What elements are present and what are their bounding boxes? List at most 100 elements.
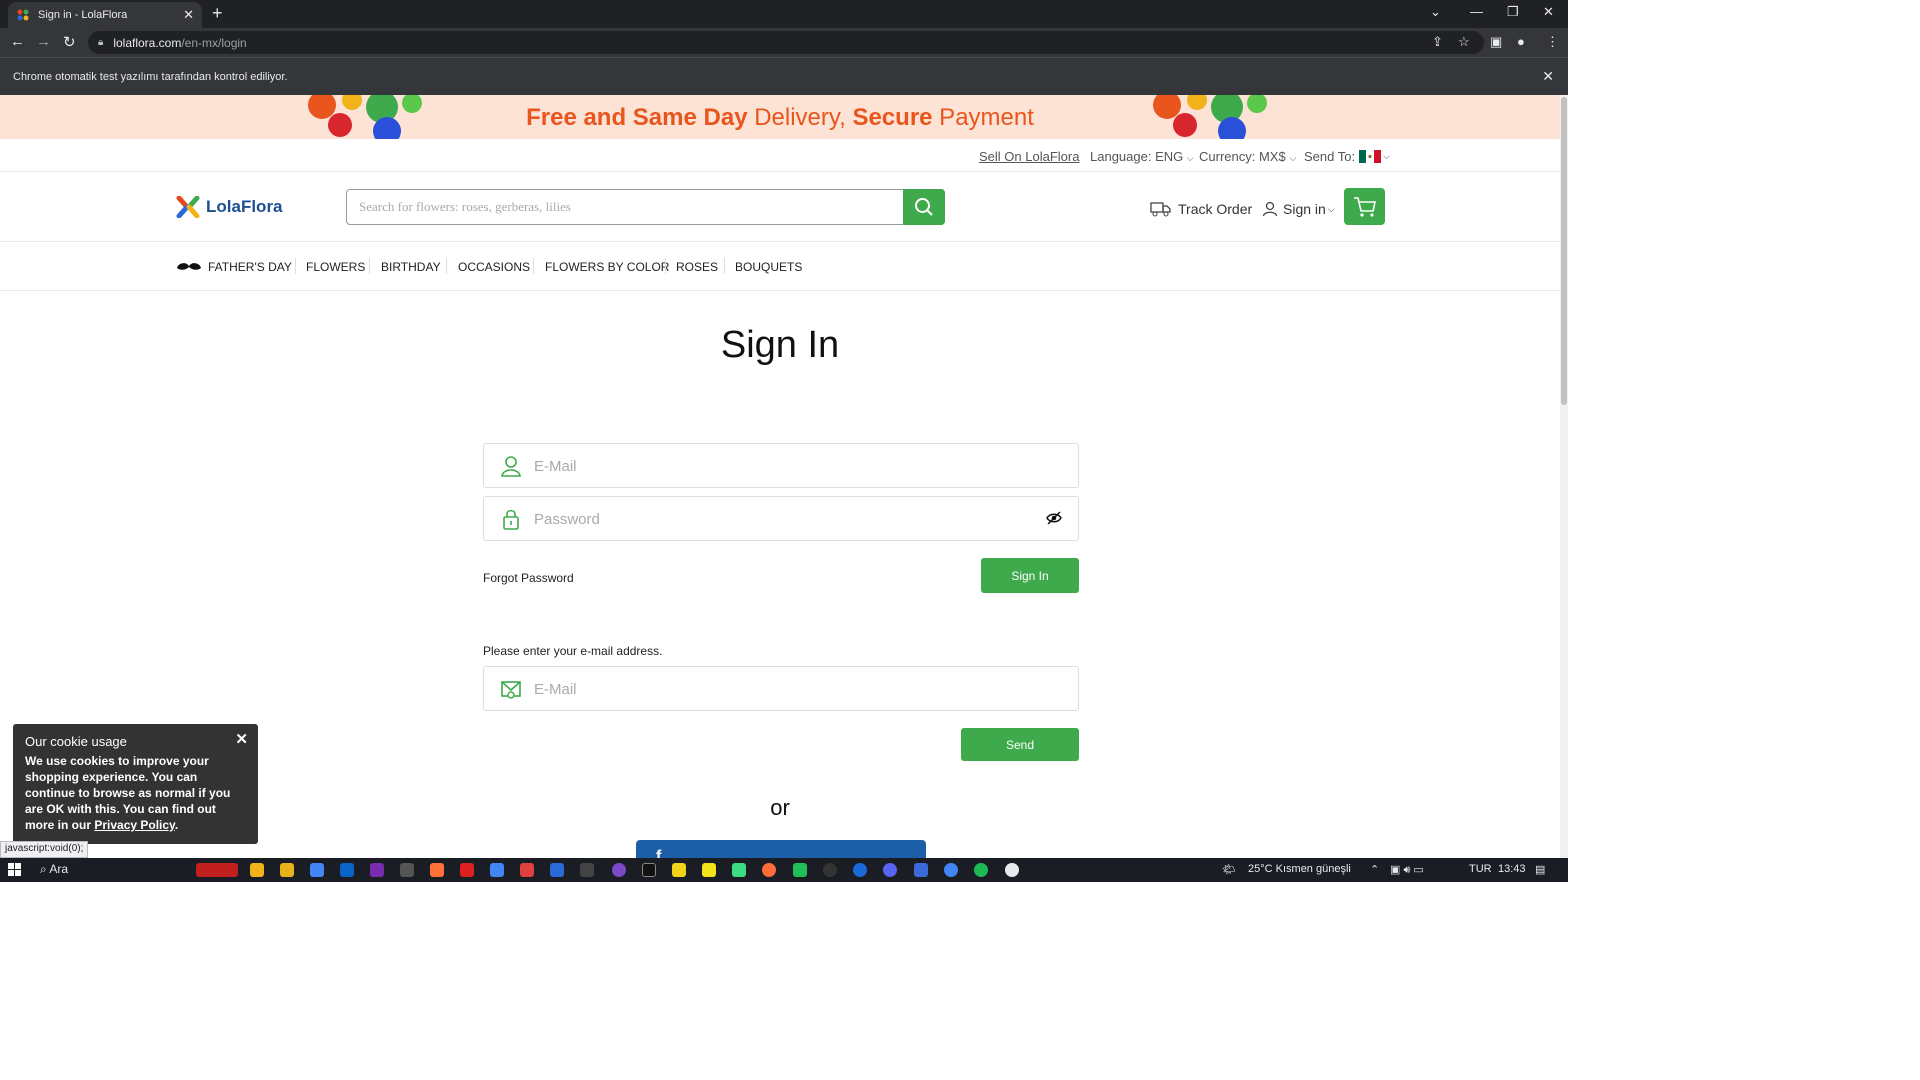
side-panel-icon[interactable]: ▣ xyxy=(1490,34,1502,50)
lock-icon xyxy=(503,509,519,530)
chrome-icon[interactable] xyxy=(490,863,504,877)
menu-divider xyxy=(446,258,447,274)
new-tab-button[interactable]: + xyxy=(212,4,223,22)
facebook-icon: f xyxy=(656,848,662,858)
sign-in-label: Sign in xyxy=(1283,201,1326,217)
taskbar-app-icon[interactable] xyxy=(550,863,564,877)
taskbar-app-icon[interactable] xyxy=(520,863,534,877)
windows-start-icon[interactable] xyxy=(8,863,21,876)
tab-close-icon[interactable]: ✕ xyxy=(183,7,194,23)
github-icon[interactable] xyxy=(823,863,837,877)
notifications-icon[interactable]: ▤ xyxy=(1535,863,1545,876)
opera-icon[interactable] xyxy=(460,863,474,877)
chrome-icon[interactable] xyxy=(944,863,958,877)
taskbar-app-icon[interactable] xyxy=(580,863,594,877)
banner-text-part: Free and xyxy=(526,104,633,131)
menu-divider xyxy=(533,258,534,274)
send-to-selector[interactable]: Send To: ⌵ xyxy=(1304,149,1390,164)
taskbar-app-icon[interactable] xyxy=(702,863,716,877)
back-icon[interactable]: ← xyxy=(10,33,25,50)
browser-tab[interactable]: Sign in - LolaFlora ✕ xyxy=(8,2,202,28)
search-button[interactable] xyxy=(903,189,945,225)
minimize-icon[interactable]: — xyxy=(1470,4,1483,19)
tray-icons[interactable]: ▣ 🔊︎ ▭ xyxy=(1390,863,1424,877)
menu-item-flowers[interactable]: FLOWERS xyxy=(306,260,365,274)
send-to-label: Send To: xyxy=(1304,149,1356,164)
reset-email-input[interactable] xyxy=(534,678,1014,700)
send-button[interactable]: Send xyxy=(961,728,1079,761)
sign-in-button[interactable]: Sign In xyxy=(981,558,1079,593)
bookmark-star-icon[interactable]: ☆ xyxy=(1458,34,1470,50)
android-studio-icon[interactable] xyxy=(732,863,746,877)
clock[interactable]: 13:43 xyxy=(1498,863,1526,875)
restore-icon[interactable]: ❐ xyxy=(1507,4,1519,20)
window-close-icon[interactable]: ✕ xyxy=(1543,4,1554,20)
email-input[interactable] xyxy=(534,455,1014,477)
sell-on-lolaflora-link[interactable]: Sell On LolaFlora xyxy=(979,149,1079,164)
page-scrollbar[interactable] xyxy=(1560,95,1568,858)
privacy-policy-link[interactable]: Privacy Policy xyxy=(94,818,175,832)
sticky-notes-icon[interactable] xyxy=(672,863,686,877)
eye-hidden-icon[interactable] xyxy=(1046,511,1062,525)
menu-item-occasions[interactable]: OCCASIONS xyxy=(458,260,530,274)
chrome-icon[interactable] xyxy=(1005,863,1019,877)
share-icon[interactable]: ⇪ xyxy=(1432,34,1443,50)
language-indicator[interactable]: TUR xyxy=(1469,863,1492,875)
reload-icon[interactable]: ↻ xyxy=(63,33,76,51)
firefox-icon[interactable] xyxy=(430,863,444,877)
page-title: Sign In xyxy=(720,324,840,366)
facebook-login-button[interactable]: f xyxy=(636,840,926,858)
user-icon xyxy=(1262,201,1278,217)
scrollbar-thumb[interactable] xyxy=(1561,97,1567,405)
spotify-icon[interactable] xyxy=(974,863,988,877)
menu-item-roses[interactable]: ROSES xyxy=(676,260,718,274)
address-bar[interactable]: 🔒︎ lolaflora.com /en-mx/login xyxy=(88,31,1484,54)
infobar-close-icon[interactable]: ✕ xyxy=(1542,68,1554,85)
discord-icon[interactable] xyxy=(883,863,897,877)
postman-icon[interactable] xyxy=(762,863,776,877)
language-selector[interactable]: Language: ENG ⌵ xyxy=(1090,149,1194,164)
tab-search-chevron-icon[interactable]: ⌄ xyxy=(1430,4,1441,20)
menu-item-birthday[interactable]: BIRTHDAY xyxy=(381,260,441,274)
cookie-title: Our cookie usage xyxy=(25,734,127,749)
taskbar-app-icon[interactable] xyxy=(612,863,626,877)
taskbar-app-icon[interactable] xyxy=(914,863,928,877)
sign-in-menu[interactable]: Sign in ⌵ xyxy=(1262,201,1335,217)
weather-text[interactable]: 25°C Kısmen güneşli xyxy=(1248,863,1351,875)
forward-icon[interactable]: → xyxy=(36,33,51,50)
onenote-icon[interactable] xyxy=(370,863,384,877)
taskbar-app-icon[interactable] xyxy=(250,863,264,877)
taskbar-app-icon[interactable] xyxy=(853,863,867,877)
taskbar-app-icon[interactable] xyxy=(793,863,807,877)
track-order-link[interactable]: Track Order xyxy=(1150,201,1252,217)
promo-banner[interactable]: Free and Same Day Delivery, Secure Payme… xyxy=(0,95,1560,139)
promo-banner-text: Free and Same Day Delivery, Secure Payme… xyxy=(0,104,1560,132)
currency-selector[interactable]: Currency: MX$ ⌵ xyxy=(1199,149,1296,164)
intellij-icon[interactable] xyxy=(642,863,656,877)
lock-icon: 🔒︎ xyxy=(98,37,104,48)
taskbar-search[interactable]: ⌕ Ara xyxy=(40,862,68,877)
folder-icon[interactable] xyxy=(280,863,294,877)
status-bar-url: javascript:void(0); xyxy=(0,841,89,858)
automation-infobar: Chrome otomatik test yazılımı tarafından… xyxy=(0,57,1568,95)
taskbar-app-icon[interactable] xyxy=(400,863,414,877)
browser-menu-icon[interactable]: ⋮ xyxy=(1546,34,1559,50)
menu-item-flowers-by-color[interactable]: FLOWERS BY COLOR xyxy=(545,260,669,274)
taskbar-app-icon[interactable] xyxy=(196,863,238,877)
search-input[interactable] xyxy=(359,197,899,217)
outlook-icon[interactable] xyxy=(340,863,354,877)
tray-chevron-up-icon[interactable]: ⌃ xyxy=(1370,863,1379,876)
forgot-password-link[interactable]: Forgot Password xyxy=(483,571,574,585)
infobar-text: Chrome otomatik test yazılımı tarafından… xyxy=(13,70,288,83)
envelope-icon xyxy=(501,681,521,699)
banner-text-part: Delivery, xyxy=(747,104,853,131)
menu-item-fathers-day[interactable]: FATHER'S DAY xyxy=(208,260,292,274)
chevron-down-icon: ⌵ xyxy=(1383,151,1390,161)
chrome-icon[interactable] xyxy=(310,863,324,877)
menu-item-bouquets[interactable]: BOUQUETS xyxy=(735,260,802,274)
cookie-close-icon[interactable]: ✕ xyxy=(235,730,248,748)
cart-button[interactable] xyxy=(1344,188,1385,225)
lolaflora-logo[interactable]: LolaFlora xyxy=(176,196,283,218)
password-input[interactable] xyxy=(534,508,1014,530)
profile-icon[interactable]: ● xyxy=(1517,34,1525,49)
